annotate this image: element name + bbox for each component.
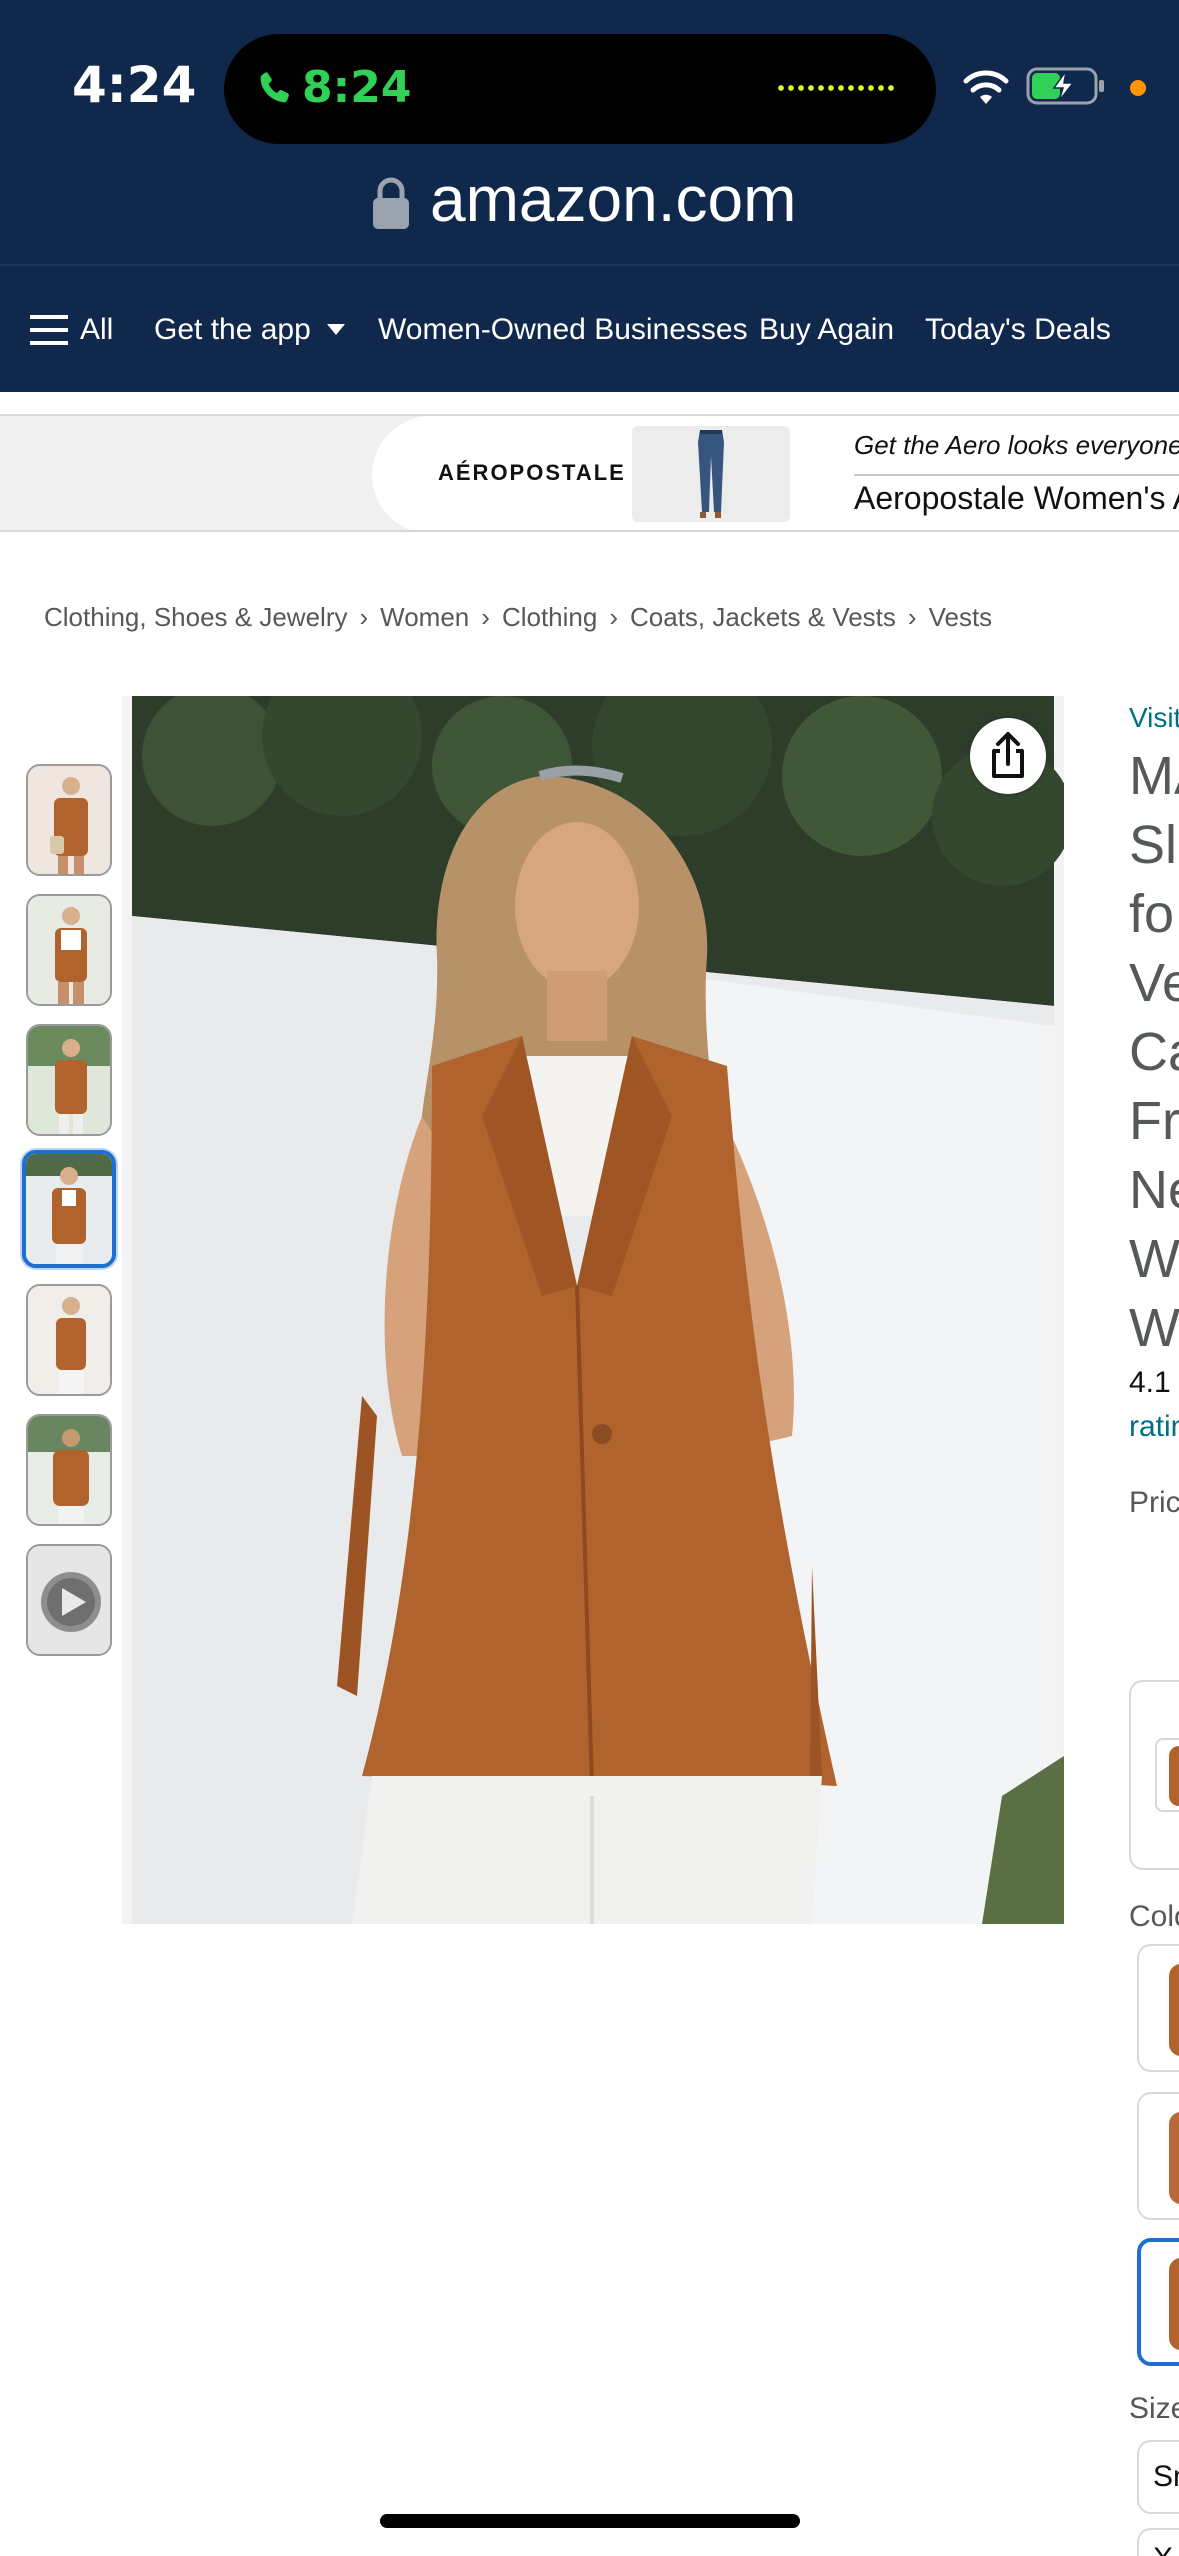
product-title-line: Sle: [1129, 815, 1179, 875]
breadcrumb-clothing-shoes-jewelry[interactable]: Clothing, Shoes & Jewelry: [44, 602, 347, 632]
home-indicator[interactable]: [380, 2514, 800, 2528]
status-time: 4:24: [72, 56, 197, 114]
product-title-line: Ca: [1129, 1022, 1179, 1082]
video-play-icon: [28, 1546, 110, 1654]
breadcrumb-women[interactable]: Women: [380, 602, 469, 632]
share-button[interactable]: [970, 718, 1046, 794]
size-label: Size: [1129, 2392, 1179, 2425]
jeans-image: [698, 430, 724, 518]
breadcrumb-separator: ›: [907, 602, 917, 632]
product-thumbnail[interactable]: [26, 764, 112, 876]
thumbnail-image: [28, 1286, 110, 1394]
thumbnail-image: [28, 1416, 110, 1524]
product-thumbnail[interactable]: [26, 1414, 112, 1526]
price-label: Pric: [1129, 1486, 1179, 1519]
thumbnail-image: [28, 766, 110, 874]
product-title-line: Ne: [1129, 1160, 1179, 1220]
thumbnail-image: [28, 1026, 110, 1134]
product-thumbnail[interactable]: [26, 894, 112, 1006]
chevron-down-icon: [326, 323, 345, 335]
color-swatch[interactable]: [1137, 1944, 1179, 2072]
breadcrumb-clothing[interactable]: Clothing: [502, 602, 597, 632]
amazon-nav-bar: All Get the app Women-Owned Businesses B…: [0, 264, 1179, 392]
nav-get-the-app-label: Get the app: [154, 313, 311, 346]
product-title: MA Sle fo Ve Ca Fr Ne Wo Wa: [1129, 742, 1179, 1363]
lock-icon: [373, 177, 409, 229]
ad-brand-logo: AÉROPOSTALE: [438, 460, 626, 485]
size-option[interactable]: X: [1137, 2528, 1179, 2556]
product-thumbnail[interactable]: [26, 1284, 112, 1396]
privacy-indicator-dot: [1130, 80, 1146, 96]
product-thumbnail[interactable]: [26, 1024, 112, 1136]
product-thumbnail-selected[interactable]: [22, 1150, 116, 1268]
thumbnail-image: [26, 1154, 112, 1264]
model-wearing-vest-image: [122, 696, 1064, 1924]
nav-get-the-app[interactable]: Get the app: [154, 266, 345, 394]
color-label: Colo: [1129, 1900, 1179, 1933]
swatch-image: [1169, 1964, 1179, 2056]
wifi-icon: [963, 70, 1009, 104]
battery-charging-icon: [1026, 67, 1104, 105]
product-title-line: Wo: [1129, 1229, 1179, 1289]
size-option[interactable]: Sm: [1137, 2440, 1179, 2514]
browser-header: 4:24 8:24 amazon.com: [0, 0, 1179, 264]
product-title-line: MA: [1129, 746, 1179, 806]
ad-product-image: [632, 426, 790, 522]
phone-icon: [260, 72, 289, 103]
color-swatch-selected[interactable]: [1137, 2238, 1179, 2366]
product-video-thumbnail[interactable]: [26, 1544, 112, 1656]
vest-swatch-image: [1169, 1746, 1179, 1806]
offer-box[interactable]: [1129, 1680, 1179, 1870]
offer-swatch: [1155, 1738, 1179, 1812]
breadcrumb: Clothing, Shoes & Jewelry › Women › Clothing…: [44, 602, 992, 633]
product-main-image[interactable]: [122, 696, 1064, 1924]
nav-women-owned-businesses[interactable]: Women-Owned Businesses: [378, 266, 748, 394]
color-swatch[interactable]: [1137, 2092, 1179, 2220]
audio-waveform-icon: [776, 84, 896, 92]
share-icon: [992, 732, 1024, 778]
product-title-line: Fr: [1129, 1091, 1179, 1151]
breadcrumb-vests[interactable]: Vests: [929, 602, 993, 632]
visit-store-link[interactable]: Visit: [1129, 702, 1179, 734]
breadcrumb-separator: ›: [609, 602, 619, 632]
ad-divider: [854, 474, 1179, 476]
product-title-line: Wa: [1129, 1298, 1179, 1358]
breadcrumb-separator: ›: [359, 602, 369, 632]
breadcrumb-separator: ›: [481, 602, 490, 632]
product-title-line: fo: [1129, 884, 1175, 944]
nav-buy-again[interactable]: Buy Again: [759, 266, 894, 394]
ad-tagline: Get the Aero looks everyone: [854, 430, 1179, 460]
nav-todays-deals[interactable]: Today's Deals: [925, 266, 1111, 394]
nav-all[interactable]: All: [80, 266, 113, 394]
url-address[interactable]: amazon.com: [430, 162, 796, 236]
thumbnail-image: [28, 896, 110, 1004]
ratings-count-link[interactable]: ratin: [1129, 1410, 1179, 1444]
product-title-line: Ve: [1129, 953, 1179, 1013]
size-option-label: Sm: [1153, 2460, 1179, 2493]
dynamic-island-call[interactable]: 8:24: [224, 34, 936, 144]
breadcrumb-coats-jackets-vests[interactable]: Coats, Jackets & Vests: [630, 602, 896, 632]
swatch-image: [1169, 2258, 1179, 2350]
size-option-label: X: [1153, 2542, 1173, 2556]
rating-value: 4.1: [1129, 1366, 1171, 1399]
hamburger-menu-icon[interactable]: [30, 313, 68, 347]
ad-product-title: Aeropostale Women's A: [854, 480, 1179, 516]
sponsored-ad-banner[interactable]: AÉROPOSTALE Get the Aero looks everyone …: [0, 414, 1179, 532]
swatch-image: [1169, 2112, 1179, 2204]
call-duration: 8:24: [302, 62, 412, 113]
